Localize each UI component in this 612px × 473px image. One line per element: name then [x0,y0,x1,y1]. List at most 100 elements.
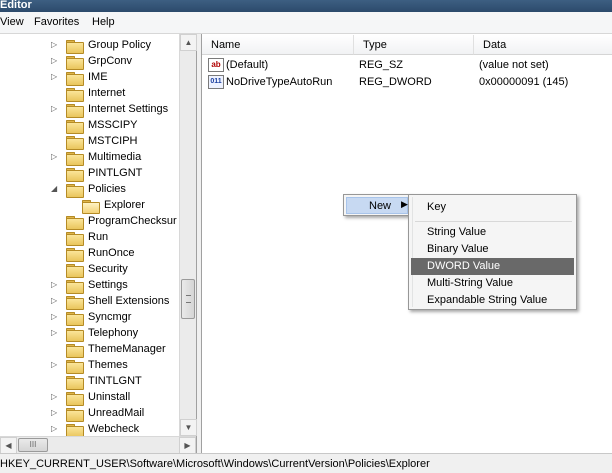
tree-item[interactable]: RunOnce [0,245,180,262]
value-row[interactable]: 011 NoDriveTypeAutoRun REG_DWORD 0x00000… [202,74,612,91]
value-data: (value not set) [479,59,549,71]
submenu-item-label: String Value [427,226,487,238]
tree-item[interactable]: ▷ Internet Settings [0,101,180,118]
expand-arrow-icon[interactable]: ▷ [51,312,59,322]
tree-item[interactable]: ▷ Themes [0,357,180,374]
tree-item[interactable]: ▷ GrpConv [0,53,180,70]
tree-item[interactable]: Security [0,261,180,278]
new-submenu-item[interactable]: DWORD Value [411,258,574,275]
column-type[interactable]: Type [354,35,474,55]
tree-item[interactable]: ProgramChecksur [0,213,180,230]
folder-icon [66,360,84,374]
expand-arrow-icon[interactable]: ▷ [51,424,59,434]
key-tree[interactable]: ▷ Group Policy ▷ GrpConv ▷ IME Internet ▷ Intern… [0,34,197,453]
expand-arrow-icon[interactable]: ▷ [51,104,59,114]
folder-icon [66,392,84,406]
menu-bar: View Favorites Help [0,12,612,34]
menu-favorites[interactable]: Favorites [34,16,79,28]
new-label: New [369,200,392,212]
window-title: Editor [0,0,32,11]
tree-item-label: GrpConv [88,55,133,67]
scroll-left-button[interactable]: ◀ [0,437,17,454]
collapse-arrow-icon[interactable]: ◢ [51,184,59,194]
scroll-up-button[interactable]: ▲ [180,34,197,51]
expand-arrow-icon[interactable]: ▷ [51,296,59,306]
context-menu-new[interactable]: New ▶ [346,197,408,214]
horizontal-scroll-thumb[interactable]: III [18,438,48,452]
expand-arrow-icon[interactable]: ▷ [51,56,59,66]
folder-icon [66,152,84,166]
folder-icon [66,216,84,230]
new-submenu-item[interactable]: String Value [411,224,574,241]
tree-item[interactable]: ▷ Group Policy [0,37,180,54]
tree-item[interactable]: ▷ UnreadMail [0,405,180,422]
tree-item-label: Policies [88,183,126,195]
folder-icon [66,40,84,54]
tree-item[interactable]: Internet [0,85,180,102]
tree-item-label: Uninstall [88,391,131,403]
value-type: REG_DWORD [359,76,432,88]
tree-item-label: ThemeManager [88,343,166,355]
folder-icon [66,56,84,70]
tree-item-label: Security [88,263,128,275]
tree-item-label: Explorer [104,199,145,211]
tree-item[interactable]: ◢ Policies [0,181,180,198]
tree-item-label: RunOnce [88,247,135,259]
folder-icon [66,328,84,342]
tree-item-label: PINTLGNT [88,167,143,179]
new-submenu-item[interactable]: Expandable String Value [411,292,574,309]
folder-icon [66,312,84,326]
tree-item[interactable]: Explorer [0,197,180,214]
folder-open-icon [82,200,100,214]
folder-icon [66,424,84,438]
new-submenu-item[interactable]: Binary Value [411,241,574,258]
submenu-item-label: Expandable String Value [427,294,548,306]
scroll-right-button[interactable]: ▶ [179,437,196,454]
tree-item-label: Internet Settings [88,103,169,115]
tree-item[interactable]: ▷ Multimedia [0,149,180,166]
expand-arrow-icon[interactable]: ▷ [51,408,59,418]
tree-item[interactable]: ▷ IME [0,69,180,86]
expand-arrow-icon[interactable]: ▷ [51,72,59,82]
column-name[interactable]: Name [202,35,354,55]
menu-help[interactable]: Help [92,16,115,28]
expand-arrow-icon[interactable]: ▷ [51,328,59,338]
tree-item[interactable]: ▷ Settings [0,277,180,294]
status-bar: HKEY_CURRENT_USER\Software\Microsoft\Win… [0,453,612,473]
tree-item[interactable]: ▷ Telephony [0,325,180,342]
folder-icon [66,168,84,182]
folder-icon [66,136,84,150]
tree-item[interactable]: ▷ Uninstall [0,389,180,406]
submenu-separator [415,221,572,222]
tree-vertical-scrollbar[interactable]: ▲ ▼ [179,34,197,436]
expand-arrow-icon[interactable]: ▷ [51,360,59,370]
scroll-thumb[interactable] [181,279,195,319]
value-row[interactable]: ab (Default) REG_SZ (value not set) [202,57,612,74]
new-submenu-item[interactable]: Key [411,199,574,216]
tree-item[interactable]: PINTLGNT [0,165,180,182]
tree-item[interactable]: ThemeManager [0,341,180,358]
column-data[interactable]: Data [474,35,612,55]
expand-arrow-icon[interactable]: ▷ [51,392,59,402]
expand-arrow-icon[interactable]: ▷ [51,280,59,290]
folder-icon [66,232,84,246]
scroll-down-button[interactable]: ▼ [180,419,197,436]
expand-arrow-icon[interactable]: ▷ [51,40,59,50]
string-value-icon: ab [208,58,224,72]
tree-item[interactable]: ▷ Webcheck [0,421,180,438]
tree-item[interactable]: TINTLGNT [0,373,180,390]
tree-horizontal-scrollbar[interactable]: ◀ III ▶ [0,436,196,454]
tree-item-label: Webcheck [88,423,140,435]
folder-icon [66,88,84,102]
tree-item[interactable]: ▷ Syncmgr [0,309,180,326]
new-submenu-item[interactable]: Multi-String Value [411,275,574,292]
tree-item-label: Internet [88,87,126,99]
tree-item[interactable]: MSSCIPY [0,117,180,134]
menu-view[interactable]: View [0,16,24,28]
tree-item-label: IME [88,71,108,83]
expand-arrow-icon[interactable]: ▷ [51,152,59,162]
tree-item[interactable]: Run [0,229,180,246]
submenu-item-label: Key [427,201,446,213]
tree-item[interactable]: ▷ Shell Extensions [0,293,180,310]
tree-item[interactable]: MSTCIPH [0,133,180,150]
